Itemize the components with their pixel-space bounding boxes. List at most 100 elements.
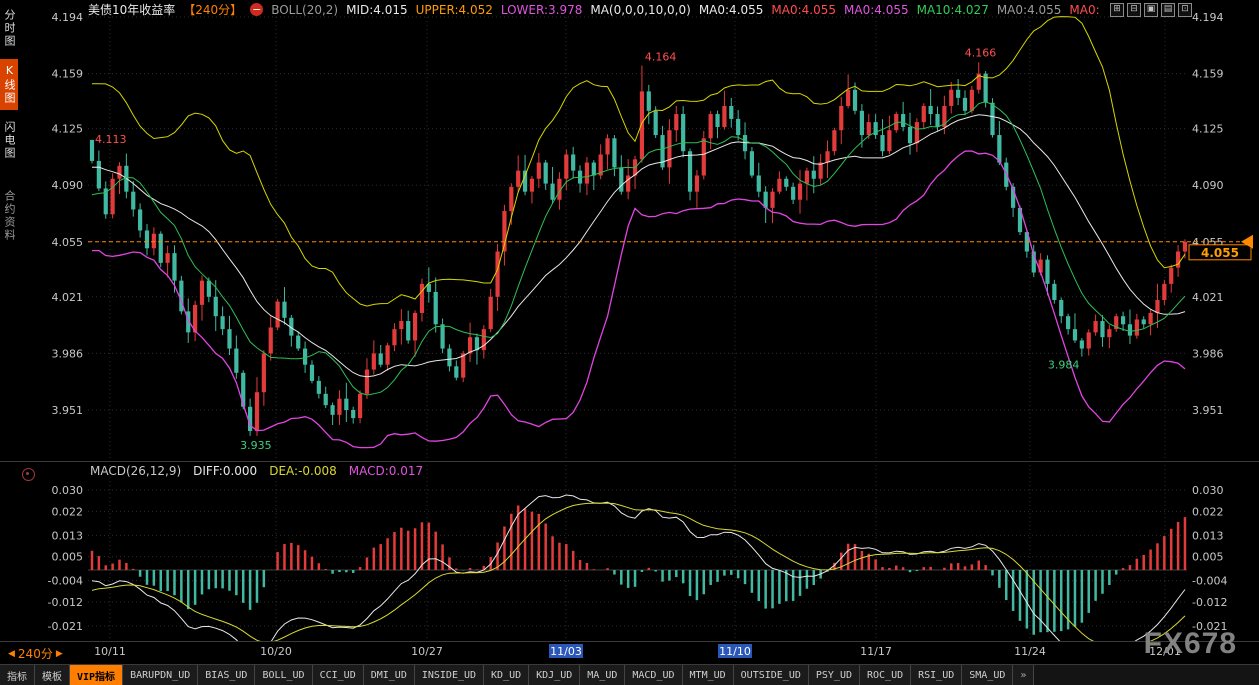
ma-readouts: MA0:4.055 MA0:4.055 MA0:4.055 MA10:4.027 MA0… xyxy=(699,3,1100,17)
axis-label: 4.159 xyxy=(1192,68,1224,81)
indicator-tab[interactable]: MTM_UD xyxy=(683,665,734,685)
indicator-tab[interactable]: BOLL_UD xyxy=(255,665,312,685)
axis-label: 4.125 xyxy=(1192,123,1224,136)
macd-layer xyxy=(88,495,1187,660)
sidebar-tab[interactable]: K线图 xyxy=(0,59,18,110)
x-axis-label: 10/27 xyxy=(411,645,443,658)
window-control-icon[interactable]: ⊟ xyxy=(1127,3,1141,17)
indicator-tab[interactable]: ROC_UD xyxy=(860,665,911,685)
ma-readout: MA10:4.027 xyxy=(917,3,989,17)
macd-params-label: MACD(26,12,9) xyxy=(90,464,181,478)
macd-diff-readout: DIFF:0.000 xyxy=(193,464,257,478)
axis-label: -0.004 xyxy=(1192,575,1227,588)
axis-label: 0.022 xyxy=(52,505,84,518)
timeframe-prev-button[interactable]: ◀ xyxy=(8,649,15,659)
price-chart-canvas[interactable]: 4.1944.1944.1594.1594.1254.1254.0904.090… xyxy=(0,0,1259,685)
axis-label: 4.090 xyxy=(52,179,84,192)
indicator-tab[interactable]: INSIDE_UD xyxy=(415,665,484,685)
boll-params-label: BOLL(20,2) xyxy=(271,3,338,17)
ma-readout: MA0: xyxy=(1069,3,1099,17)
x-axis-label: 11/10 xyxy=(719,645,751,658)
axis-label: -0.012 xyxy=(1192,596,1227,609)
current-price-value: 4.055 xyxy=(1201,246,1239,260)
axis-label: 4.055 xyxy=(52,236,84,249)
indicator-tab[interactable]: VIP指标 xyxy=(70,665,123,685)
axis-label: -0.012 xyxy=(48,596,83,609)
axis-label: 4.021 xyxy=(1192,291,1224,304)
watermark: FX678 xyxy=(1144,627,1237,661)
ma-readout: MA0:4.055 xyxy=(997,3,1062,17)
indicator-tab[interactable]: SMA_UD xyxy=(962,665,1013,685)
indicator-tab[interactable]: 指标 xyxy=(0,665,35,685)
axis-label: -0.004 xyxy=(48,575,83,588)
axis-label: 0.030 xyxy=(1192,484,1224,497)
axis-label: 0.013 xyxy=(1192,529,1224,542)
axis-label: 3.951 xyxy=(1192,404,1224,417)
window-layout-controls: ⊞⊟▣▤⊡ xyxy=(1110,3,1192,17)
indicator-tab[interactable]: BARUPDN_UD xyxy=(123,665,198,685)
macd-dea-readout: DEA:-0.008 xyxy=(269,464,337,478)
boll-upper-readout: UPPER:4.052 xyxy=(416,3,493,17)
window-control-icon[interactable]: ⊡ xyxy=(1178,3,1192,17)
tabs-scroll-right-button[interactable]: » xyxy=(1013,665,1034,685)
indicator-tab[interactable]: MA_UD xyxy=(580,665,625,685)
indicator-tab[interactable]: MACD_UD xyxy=(625,665,682,685)
axis-label: 3.986 xyxy=(52,347,84,360)
zoom-out-icon[interactable]: − xyxy=(250,3,263,16)
axis-label: -0.021 xyxy=(48,620,83,633)
axis-label: 4.090 xyxy=(1192,179,1224,192)
indicator-tab[interactable]: DMI_UD xyxy=(364,665,415,685)
macd-hist-readout: MACD:0.017 xyxy=(349,464,423,478)
window-control-icon[interactable]: ⊞ xyxy=(1110,3,1124,17)
indicator-settings-icon[interactable] xyxy=(22,468,35,481)
chart-header: 美债10年收益率 【240分】 − BOLL(20,2) MID:4.015 U… xyxy=(88,1,1100,18)
axis-label: 4.021 xyxy=(52,291,84,304)
indicator-tab[interactable]: 模板 xyxy=(35,665,70,685)
window-control-icon[interactable]: ▣ xyxy=(1144,3,1158,17)
axis-label: 3.986 xyxy=(1192,347,1224,360)
indicator-tab[interactable]: PSY_UD xyxy=(809,665,860,685)
axis-label: 3.951 xyxy=(52,404,84,417)
period-badge[interactable]: 【240分】 xyxy=(183,1,242,18)
indicator-tab[interactable]: KD_UD xyxy=(484,665,529,685)
sidebar-tab[interactable]: 合约资料 xyxy=(0,185,18,247)
axis-label: 0.005 xyxy=(1192,551,1224,564)
timeframe-label[interactable]: 240分 xyxy=(18,645,53,662)
ma-params-label: MA(0,0,0,10,0,0) xyxy=(590,3,690,17)
axis-label: 0.030 xyxy=(52,484,84,497)
chart-title: 美债10年收益率 xyxy=(88,1,175,18)
ma-readout: MA0:4.055 xyxy=(699,3,764,17)
timeframe-control: ◀ 240分 ▶ xyxy=(8,645,63,662)
chart-type-sidebar: 分时图 K线图闪电图合约资料 xyxy=(0,4,18,253)
timeframe-next-button[interactable]: ▶ xyxy=(56,649,63,659)
x-axis-label: 10/11 xyxy=(94,645,126,658)
ma-readout: MA0:4.055 xyxy=(771,3,836,17)
sidebar-tab[interactable]: 闪电图 xyxy=(0,116,18,165)
axis-label: 0.022 xyxy=(1192,505,1224,518)
grid-layer xyxy=(88,17,1187,640)
axis-label: 4.125 xyxy=(52,123,84,136)
indicator-tab[interactable]: CCI_UD xyxy=(313,665,364,685)
candles-layer xyxy=(90,17,1187,448)
ma-readout: MA0:4.055 xyxy=(844,3,909,17)
boll-mid-readout: MID:4.015 xyxy=(346,3,408,17)
window-control-icon[interactable]: ▤ xyxy=(1161,3,1175,17)
x-axis-label: 11/03 xyxy=(550,645,582,658)
x-axis-label: 11/17 xyxy=(860,645,892,658)
price-extreme-label: 3.984 xyxy=(1048,359,1080,372)
price-extreme-label: 4.166 xyxy=(965,46,997,59)
macd-header: MACD(26,12,9) DIFF:0.000 DEA:-0.008 MACD… xyxy=(90,464,423,478)
axis-label: 4.194 xyxy=(1192,11,1224,24)
indicator-tab[interactable]: OUTSIDE_UD xyxy=(734,665,809,685)
boll-lower-readout: LOWER:3.978 xyxy=(501,3,583,17)
indicator-tab[interactable]: BIAS_UD xyxy=(198,665,255,685)
price-extreme-label: 4.164 xyxy=(645,51,677,64)
indicator-tab[interactable]: KDJ_UD xyxy=(529,665,580,685)
axis-label: 4.194 xyxy=(52,11,84,24)
indicator-tab[interactable]: RSI_UD xyxy=(911,665,962,685)
axis-label: 0.013 xyxy=(52,529,84,542)
x-axis-label: 10/20 xyxy=(260,645,292,658)
trading-terminal-window: 4.1944.1944.1594.1594.1254.1254.0904.090… xyxy=(0,0,1259,685)
sidebar-tab[interactable]: 分时图 xyxy=(0,4,18,53)
x-axis-label: 11/24 xyxy=(1014,645,1046,658)
